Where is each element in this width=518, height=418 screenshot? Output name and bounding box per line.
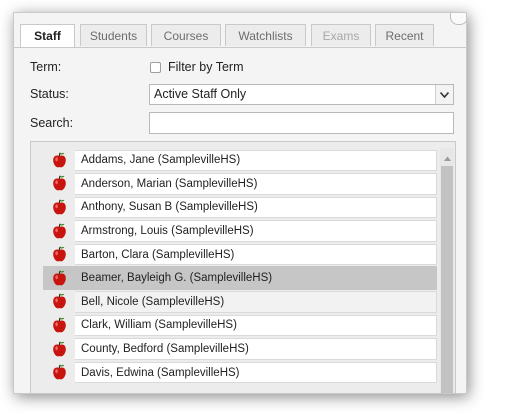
apple-icon xyxy=(43,290,75,314)
list-item-name: Bell, Nicole (SamplevilleHS) xyxy=(75,291,437,313)
list-item[interactable]: Anderson, Marian (SamplevilleHS) xyxy=(43,172,437,196)
list-item-name: Addams, Jane (SamplevilleHS) xyxy=(75,149,437,172)
list-item[interactable]: County, Bedford (SamplevilleHS) xyxy=(43,337,437,361)
status-select-value: Active Staff Only xyxy=(154,87,247,101)
list-item-name: Armstrong, Louis (SamplevilleHS) xyxy=(75,220,437,242)
term-label: Term: xyxy=(30,60,62,74)
list-item[interactable]: Davis, Edwina (SamplevilleHS) xyxy=(43,360,437,384)
tab-courses[interactable]: Courses xyxy=(151,24,221,46)
filter-by-term-checkbox[interactable]: Filter by Term xyxy=(150,59,243,75)
tab-divider xyxy=(14,47,466,48)
staff-picker-panel: Staff Students Courses Watchlists Exams … xyxy=(13,12,467,394)
tab-recent[interactable]: Recent xyxy=(375,24,434,46)
filter-by-term-label: Filter by Term xyxy=(168,60,244,74)
list-item[interactable]: Beamer, Bayleigh G. (SamplevilleHS) xyxy=(43,265,437,290)
list-item-name: Barton, Clara (SamplevilleHS) xyxy=(75,243,437,266)
list-item-name: Anderson, Marian (SamplevilleHS) xyxy=(75,173,437,195)
staff-list-box: Addams, Jane (SamplevilleHS) Anderson, Ma… xyxy=(30,141,456,393)
search-label: Search: xyxy=(30,116,74,130)
apple-icon xyxy=(43,195,75,219)
scrollbar[interactable] xyxy=(440,148,454,393)
list-item-name: Beamer, Bayleigh G. (SamplevilleHS) xyxy=(75,267,437,290)
list-item[interactable]: Armstrong, Louis (SamplevilleHS) xyxy=(43,219,437,243)
apple-icon xyxy=(43,313,75,337)
list-item-name: Davis, Edwina (SamplevilleHS) xyxy=(75,361,437,384)
apple-icon xyxy=(43,148,75,172)
scroll-up-arrow-icon[interactable] xyxy=(440,152,454,164)
tab-staff[interactable]: Staff xyxy=(20,24,75,48)
checkbox-box[interactable] xyxy=(150,61,161,73)
scrollbar-thumb[interactable] xyxy=(441,166,453,393)
chevron-down-icon[interactable] xyxy=(435,85,453,104)
list-item[interactable]: Addams, Jane (SamplevilleHS) xyxy=(43,148,437,172)
list-item-name: Clark, William (SamplevilleHS) xyxy=(75,314,437,337)
list-item-name: County, Bedford (SamplevilleHS) xyxy=(75,338,437,360)
status-label: Status: xyxy=(30,87,69,101)
apple-icon xyxy=(43,242,75,266)
list-item[interactable]: Anthony, Susan B (SamplevilleHS) xyxy=(43,195,437,219)
tab-bar: Staff Students Courses Watchlists Exams … xyxy=(20,24,460,48)
tab-exams: Exams xyxy=(311,24,371,46)
apple-icon xyxy=(43,266,75,290)
status-select[interactable]: Active Staff Only xyxy=(149,84,454,105)
list-item[interactable]: Bell, Nicole (SamplevilleHS) xyxy=(43,290,437,314)
staff-list: Addams, Jane (SamplevilleHS) Anderson, Ma… xyxy=(43,148,437,384)
apple-icon xyxy=(43,219,75,243)
list-item[interactable]: Clark, William (SamplevilleHS) xyxy=(43,313,437,337)
list-item-name: Anthony, Susan B (SamplevilleHS) xyxy=(75,196,437,219)
tab-watchlists[interactable]: Watchlists xyxy=(225,24,306,46)
search-input[interactable] xyxy=(149,112,454,134)
list-item[interactable]: Barton, Clara (SamplevilleHS) xyxy=(43,242,437,266)
apple-icon xyxy=(43,337,75,361)
apple-icon xyxy=(43,360,75,384)
tab-students[interactable]: Students xyxy=(80,24,147,46)
apple-icon xyxy=(43,172,75,196)
